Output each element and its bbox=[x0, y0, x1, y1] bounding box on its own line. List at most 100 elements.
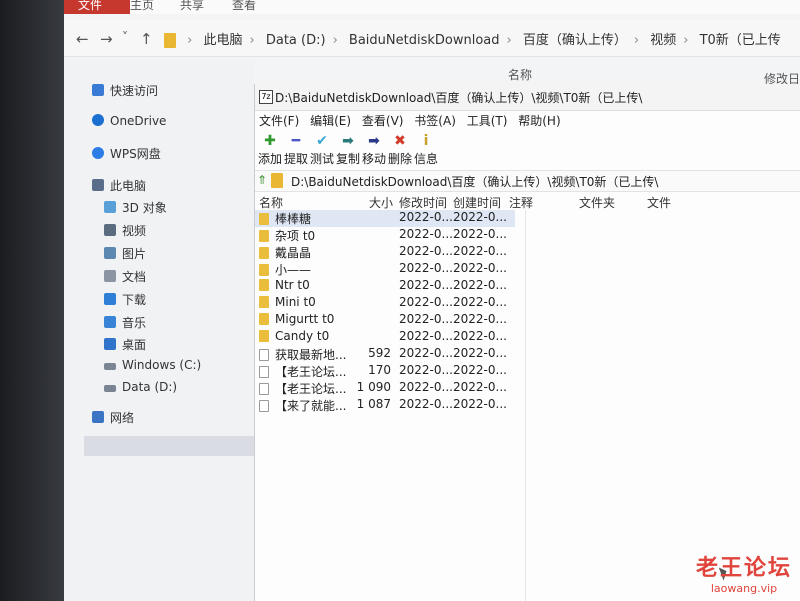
nav-onedrive[interactable]: OneDrive bbox=[92, 114, 166, 128]
nav-desktop[interactable]: 桌面 bbox=[104, 336, 146, 353]
document-icon bbox=[104, 270, 116, 282]
breadcrumb-this-pc[interactable]: 此电脑 bbox=[203, 33, 242, 48]
back-button[interactable]: ← bbox=[76, 30, 89, 48]
menu-bar: 文件(F) 编辑(E) 查看(V) 书签(A) 工具(T) 帮助(H) bbox=[255, 112, 561, 129]
table-row[interactable]: 杂项 t0 2022-0... 2022-0... bbox=[255, 227, 515, 244]
archiver-title-bar[interactable]: 7z D:\BaiduNetdiskDownload\百度（确认上传）\视频\T… bbox=[255, 84, 800, 111]
explorer-column-name[interactable]: 名称 bbox=[508, 66, 532, 83]
star-icon bbox=[92, 84, 104, 96]
nav-windows-c[interactable]: Windows (C:) bbox=[104, 358, 201, 372]
menu-bookmarks[interactable]: 书签(A) bbox=[414, 114, 456, 128]
text-file-icon bbox=[259, 349, 269, 361]
folder-icon bbox=[259, 213, 269, 225]
explorer-nav-pane: 快速访问 OneDrive WPS网盘 此电脑 3D 对象 视频 图片 文档 下… bbox=[64, 60, 254, 601]
forward-button[interactable]: → bbox=[100, 30, 113, 48]
cloud-icon bbox=[92, 147, 104, 159]
monitor-bezel bbox=[0, 0, 68, 601]
nav-selection-highlight bbox=[84, 436, 254, 456]
info-icon: i bbox=[423, 133, 429, 149]
computer-icon bbox=[92, 179, 104, 191]
cube-icon bbox=[104, 201, 116, 213]
nav-pictures[interactable]: 图片 bbox=[104, 245, 146, 262]
film-icon bbox=[104, 224, 116, 236]
folder-icon bbox=[259, 279, 269, 291]
table-row[interactable]: 【老王论坛... 170 2022-0... 2022-0... bbox=[255, 363, 515, 380]
breadcrumb-video[interactable]: 视频 bbox=[650, 33, 676, 48]
up-button[interactable]: ↑ bbox=[140, 30, 153, 48]
menu-help[interactable]: 帮助(H) bbox=[518, 114, 560, 128]
menu-tools[interactable]: 工具(T) bbox=[467, 114, 508, 128]
breadcrumb-baidunetdiskdownload[interactable]: BaiduNetdiskDownload bbox=[349, 33, 500, 48]
column-header-files[interactable]: 文件 bbox=[647, 194, 671, 211]
nav-downloads[interactable]: 下载 bbox=[104, 291, 146, 308]
table-row[interactable]: Candy t0 2022-0... 2022-0... bbox=[255, 329, 515, 346]
text-file-icon bbox=[259, 400, 269, 412]
explorer-address-bar: ← → ˅ ↑ › 此电脑 › Data (D:) › BaiduNetdiskDo… bbox=[64, 20, 800, 57]
nav-music[interactable]: 音乐 bbox=[104, 314, 146, 331]
path-input[interactable]: D:\BaiduNetdiskDownload\百度（确认上传）\视频\T0新（… bbox=[291, 173, 658, 190]
table-row[interactable]: 【来了就能... 1 087 2022-0... 2022-0... bbox=[255, 397, 515, 414]
folder-icon bbox=[164, 33, 176, 48]
nav-network[interactable]: 网络 bbox=[92, 409, 134, 426]
folder-icon bbox=[259, 247, 269, 259]
menu-view[interactable]: 查看(V) bbox=[362, 114, 404, 128]
file-list: 棒棒糖 2022-0... 2022-0... 杂项 t0 2022-0... 2022… bbox=[255, 210, 526, 601]
breadcrumb[interactable]: › 此电脑 › Data (D:) › BaiduNetdiskDownload › … bbox=[164, 29, 781, 48]
cloud-icon bbox=[92, 114, 104, 126]
column-header-comment[interactable]: 注释 bbox=[509, 194, 533, 211]
nav-wps-drive[interactable]: WPS网盘 bbox=[92, 145, 161, 162]
table-row[interactable]: Mini t0 2022-0... 2022-0... bbox=[255, 295, 515, 312]
folder-icon bbox=[271, 173, 283, 188]
ribbon-tab-share[interactable]: 共享 bbox=[180, 0, 204, 11]
path-bar: ⇑ D:\BaiduNetdiskDownload\百度（确认上传）\视频\T0… bbox=[255, 170, 800, 192]
folder-icon bbox=[259, 296, 269, 308]
folder-icon bbox=[259, 264, 269, 276]
folder-icon bbox=[259, 313, 269, 325]
table-row[interactable]: Ntr t0 2022-0... 2022-0... bbox=[255, 278, 515, 295]
column-header-created[interactable]: 创建时间 bbox=[453, 194, 501, 211]
drive-icon bbox=[104, 385, 116, 392]
drive-icon bbox=[104, 363, 116, 370]
table-row[interactable]: 获取最新地... 592 2022-0... 2022-0... bbox=[255, 346, 515, 363]
recent-locations-button[interactable]: ˅ bbox=[122, 30, 128, 44]
table-row[interactable]: 戴晶晶 2022-0... 2022-0... bbox=[255, 244, 515, 261]
window-title: D:\BaiduNetdiskDownload\百度（确认上传）\视频\T0新（… bbox=[275, 91, 643, 105]
breadcrumb-t0[interactable]: T0新（已上传 bbox=[700, 33, 781, 48]
nav-data-d[interactable]: Data (D:) bbox=[104, 380, 177, 394]
ribbon-tab-home[interactable]: 主页 bbox=[130, 0, 154, 11]
download-arrow-icon bbox=[104, 293, 116, 305]
column-header-modified[interactable]: 修改时间 bbox=[399, 194, 447, 211]
column-header-name[interactable]: 名称 bbox=[259, 194, 283, 211]
breadcrumb-baidu[interactable]: 百度（确认上传） bbox=[523, 33, 627, 48]
table-row[interactable]: Migurtt t0 2022-0... 2022-0... bbox=[255, 312, 515, 329]
table-row[interactable]: 小—— 2022-0... 2022-0... bbox=[255, 261, 515, 278]
column-header-size[interactable]: 大小 bbox=[369, 194, 393, 211]
breadcrumb-data-d[interactable]: Data (D:) bbox=[266, 33, 326, 48]
explorer-ribbon: 文件 主页 共享 查看 bbox=[64, 0, 800, 14]
text-file-icon bbox=[259, 366, 269, 378]
folder-icon bbox=[259, 230, 269, 242]
archiver-window: 7z D:\BaiduNetdiskDownload\百度（确认上传）\视频\T… bbox=[254, 84, 800, 601]
up-folder-icon[interactable]: ⇑ bbox=[257, 173, 267, 187]
network-icon bbox=[92, 411, 104, 423]
ribbon-tab-file[interactable]: 文件 bbox=[64, 0, 130, 14]
column-header-folders[interactable]: 文件夹 bbox=[579, 194, 615, 211]
menu-file[interactable]: 文件(F) bbox=[259, 114, 299, 128]
info-button[interactable]: i 信息 bbox=[411, 132, 441, 167]
menu-edit[interactable]: 编辑(E) bbox=[310, 114, 351, 128]
ribbon-tab-view[interactable]: 查看 bbox=[232, 0, 256, 11]
archive-app-icon: 7z bbox=[259, 90, 273, 104]
toolbar: ✚ 添加 ━ 提取 ✔ 测试 ➡ 复制 ➡ 移动 ✖ 删除 i 信息 bbox=[255, 132, 800, 168]
table-row[interactable]: 棒棒糖 2022-0... 2022-0... bbox=[255, 210, 515, 227]
nav-documents[interactable]: 文档 bbox=[104, 268, 146, 285]
folder-icon bbox=[259, 330, 269, 342]
watermark-logo: 老王论坛 laowang.vip bbox=[695, 556, 792, 595]
nav-this-pc[interactable]: 此电脑 bbox=[92, 177, 146, 194]
music-note-icon bbox=[104, 316, 116, 328]
table-row[interactable]: 【老王论坛... 1 090 2022-0... 2022-0... bbox=[255, 380, 515, 397]
desktop-icon bbox=[104, 338, 116, 350]
nav-3d-objects[interactable]: 3D 对象 bbox=[104, 199, 167, 216]
nav-quick-access[interactable]: 快速访问 bbox=[92, 82, 158, 99]
nav-videos[interactable]: 视频 bbox=[104, 222, 146, 239]
text-file-icon bbox=[259, 383, 269, 395]
